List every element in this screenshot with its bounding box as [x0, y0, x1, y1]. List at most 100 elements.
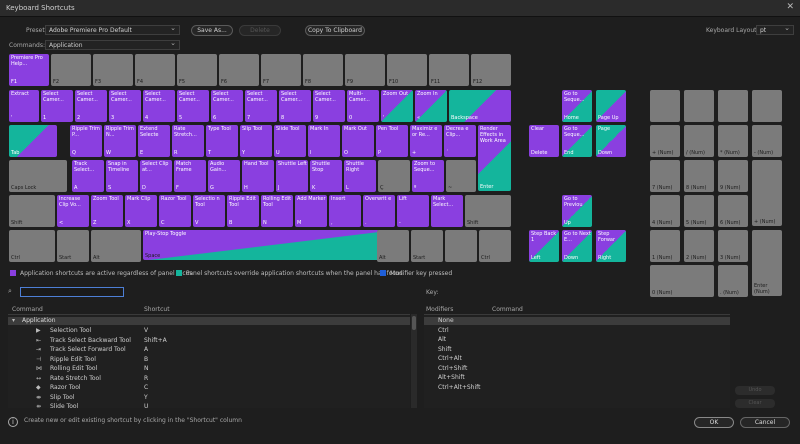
key-1-num-[interactable]: 1 (Num) — [650, 230, 680, 262]
table-row[interactable]: ▶ Selection Tool V — [8, 327, 410, 335]
key-up[interactable]: Go to Previou Up — [562, 195, 592, 227]
key-f7[interactable]: F7 — [261, 54, 301, 86]
key-m[interactable]: Add Marker M — [295, 195, 327, 227]
table-row[interactable]: ⇥ Track Select Forward Tool A — [8, 346, 410, 354]
key-f11[interactable]: F11 — [429, 54, 469, 86]
key--[interactable]: Ç — [378, 160, 410, 192]
key-d[interactable]: Select Clip at... D — [140, 160, 172, 192]
key-p[interactable]: Pen Tool P — [376, 125, 408, 157]
key-c[interactable]: Razor Tool C — [159, 195, 191, 227]
shortcut-value[interactable]: N — [144, 365, 149, 373]
key-v[interactable]: Selectio n Tool V — [193, 195, 225, 227]
key-ctrl[interactable]: Ctrl — [479, 230, 511, 262]
key-j[interactable]: Shuttle Left J — [276, 160, 308, 192]
shortcut-value[interactable]: R — [144, 375, 148, 383]
key-1[interactable]: Select Camer... 1 — [41, 90, 73, 122]
key-delete[interactable]: Clear Delete — [529, 125, 559, 157]
key-a[interactable]: Track Select... A — [72, 160, 104, 192]
collapse-caret-icon[interactable]: ▾ — [12, 317, 15, 325]
shortcut-value[interactable]: Shift+A — [144, 337, 167, 345]
key-enter-num-[interactable]: Enter (Num) — [752, 230, 782, 296]
modifier-row[interactable]: Ctrl+Shift — [424, 365, 730, 373]
shortcut-value[interactable]: C — [144, 384, 148, 392]
key-i[interactable]: Mark In I — [308, 125, 340, 157]
key-f3[interactable]: F3 — [93, 54, 133, 86]
key-s[interactable]: Snap in Timeline S — [106, 160, 138, 192]
key-z[interactable]: Zoom Tool Z — [91, 195, 123, 227]
key-w[interactable]: Ripple Trim N... W — [104, 125, 136, 157]
table-row[interactable]: ⇻ Slide Tool U — [8, 403, 410, 411]
ok-button[interactable]: OK — [694, 417, 734, 428]
key-backspace[interactable]: Backspace — [449, 90, 511, 122]
key-f9[interactable]: F9 — [345, 54, 385, 86]
key-3-num-[interactable]: 3 (Num) — [718, 230, 748, 262]
key--num-[interactable]: - (Num) — [752, 125, 782, 157]
key-down[interactable]: Go to Next E... Down — [562, 230, 592, 262]
keyboard-layout-dropdown[interactable]: pt — [756, 25, 794, 35]
key-space[interactable]: Play-Stop Toggle Space — [143, 230, 379, 260]
modifier-row[interactable]: Ctrl+Alt — [424, 355, 730, 363]
key--[interactable]: Zoom Out ' — [381, 90, 413, 122]
command-table-scrollbar[interactable] — [411, 314, 417, 408]
key-9[interactable]: Select Camer... 9 — [313, 90, 345, 122]
close-icon[interactable]: ✕ — [786, 2, 794, 12]
clear-button[interactable]: Clear — [735, 399, 775, 408]
key-blank[interactable] — [752, 90, 782, 122]
key-right[interactable]: Step Forwar Right — [596, 230, 626, 262]
table-row[interactable]: ↔ Rate Stretch Tool R — [8, 375, 410, 383]
key--num-[interactable]: * (Num) — [718, 125, 748, 157]
key-alt[interactable]: Alt — [91, 230, 141, 262]
shortcut-value[interactable]: B — [144, 356, 148, 364]
shortcut-value[interactable]: V — [144, 327, 148, 335]
key-5[interactable]: Select Camer... 5 — [177, 90, 209, 122]
commands-dropdown[interactable]: Application — [45, 40, 180, 50]
key-page-up[interactable]: Page Up — [596, 90, 626, 122]
save-as-button[interactable]: Save As... — [191, 25, 233, 36]
key-2-num-[interactable]: 2 (Num) — [684, 230, 714, 262]
delete-button[interactable]: Delete — [239, 25, 281, 36]
table-row[interactable]: ⇤ Track Select Backward Tool Shift+A — [8, 337, 410, 345]
key-0[interactable]: Multi-Camer... 0 — [347, 90, 379, 122]
group-row-application[interactable]: ▾ Application — [8, 317, 410, 325]
key-0-num-[interactable]: 0 (Num) — [650, 265, 714, 297]
modifier-row[interactable]: Alt — [424, 336, 730, 344]
key-e[interactable]: Extend Selecte E — [138, 125, 170, 157]
key-tab[interactable]: Tab — [9, 125, 57, 157]
key--num-[interactable]: + (Num) — [650, 125, 680, 157]
key--num-[interactable]: . (Num) — [718, 265, 748, 297]
key-6[interactable]: Select Camer... 6 — [211, 90, 243, 122]
key-x[interactable]: Mark Clip X — [125, 195, 157, 227]
copy-to-clipboard-button[interactable]: Copy To Clipboard — [305, 25, 365, 36]
key-f[interactable]: Match Frame F — [174, 160, 206, 192]
key-f10[interactable]: F10 — [387, 54, 427, 86]
key-9-num-[interactable]: 9 (Num) — [718, 160, 748, 192]
key--[interactable]: Overwrit e. — [363, 195, 395, 227]
key-4[interactable]: Select Camer... 4 — [143, 90, 175, 122]
key--[interactable]: Zoom to Seque... º — [412, 160, 444, 192]
key-f4[interactable]: F4 — [135, 54, 175, 86]
table-row[interactable]: ⊣ Ripple Edit Tool B — [8, 356, 410, 364]
modifier-row[interactable]: None — [424, 317, 730, 325]
key-b[interactable]: Ripple Edit Tool B — [227, 195, 259, 227]
table-row[interactable]: ⇼ Slip Tool Y — [8, 394, 410, 402]
key-left[interactable]: Step Back 1 Left — [529, 230, 559, 262]
key-home[interactable]: Go to Seque... Home — [562, 90, 592, 122]
key-k[interactable]: Shuttle Stop K — [310, 160, 342, 192]
key-f5[interactable]: F5 — [177, 54, 217, 86]
modifier-row[interactable]: Alt+Shift — [424, 374, 730, 382]
key-o[interactable]: Mark Out O — [342, 125, 374, 157]
key-g[interactable]: Audio Gain... G — [208, 160, 240, 192]
key-2[interactable]: Select Camer... 2 — [75, 90, 107, 122]
key-down[interactable]: Page Down — [596, 125, 626, 157]
table-row[interactable]: ⋈ Rolling Edit Tool N — [8, 365, 410, 373]
cancel-button[interactable]: Cancel — [740, 417, 790, 428]
key-caps-lock[interactable]: Caps Lock — [9, 160, 67, 192]
key-7[interactable]: Select Camer... 7 — [245, 90, 277, 122]
key-n[interactable]: Rolling Edit Tool N — [261, 195, 293, 227]
column-header-shortcut[interactable]: Shortcut — [144, 306, 170, 313]
modifier-row[interactable]: Shift — [424, 346, 730, 354]
key-f12[interactable]: F12 — [471, 54, 511, 86]
key-ctrl[interactable]: Ctrl — [9, 230, 55, 262]
scrollbar-thumb[interactable] — [412, 316, 416, 330]
key-enter[interactable]: Render Effects in Work Area Enter — [478, 125, 511, 191]
